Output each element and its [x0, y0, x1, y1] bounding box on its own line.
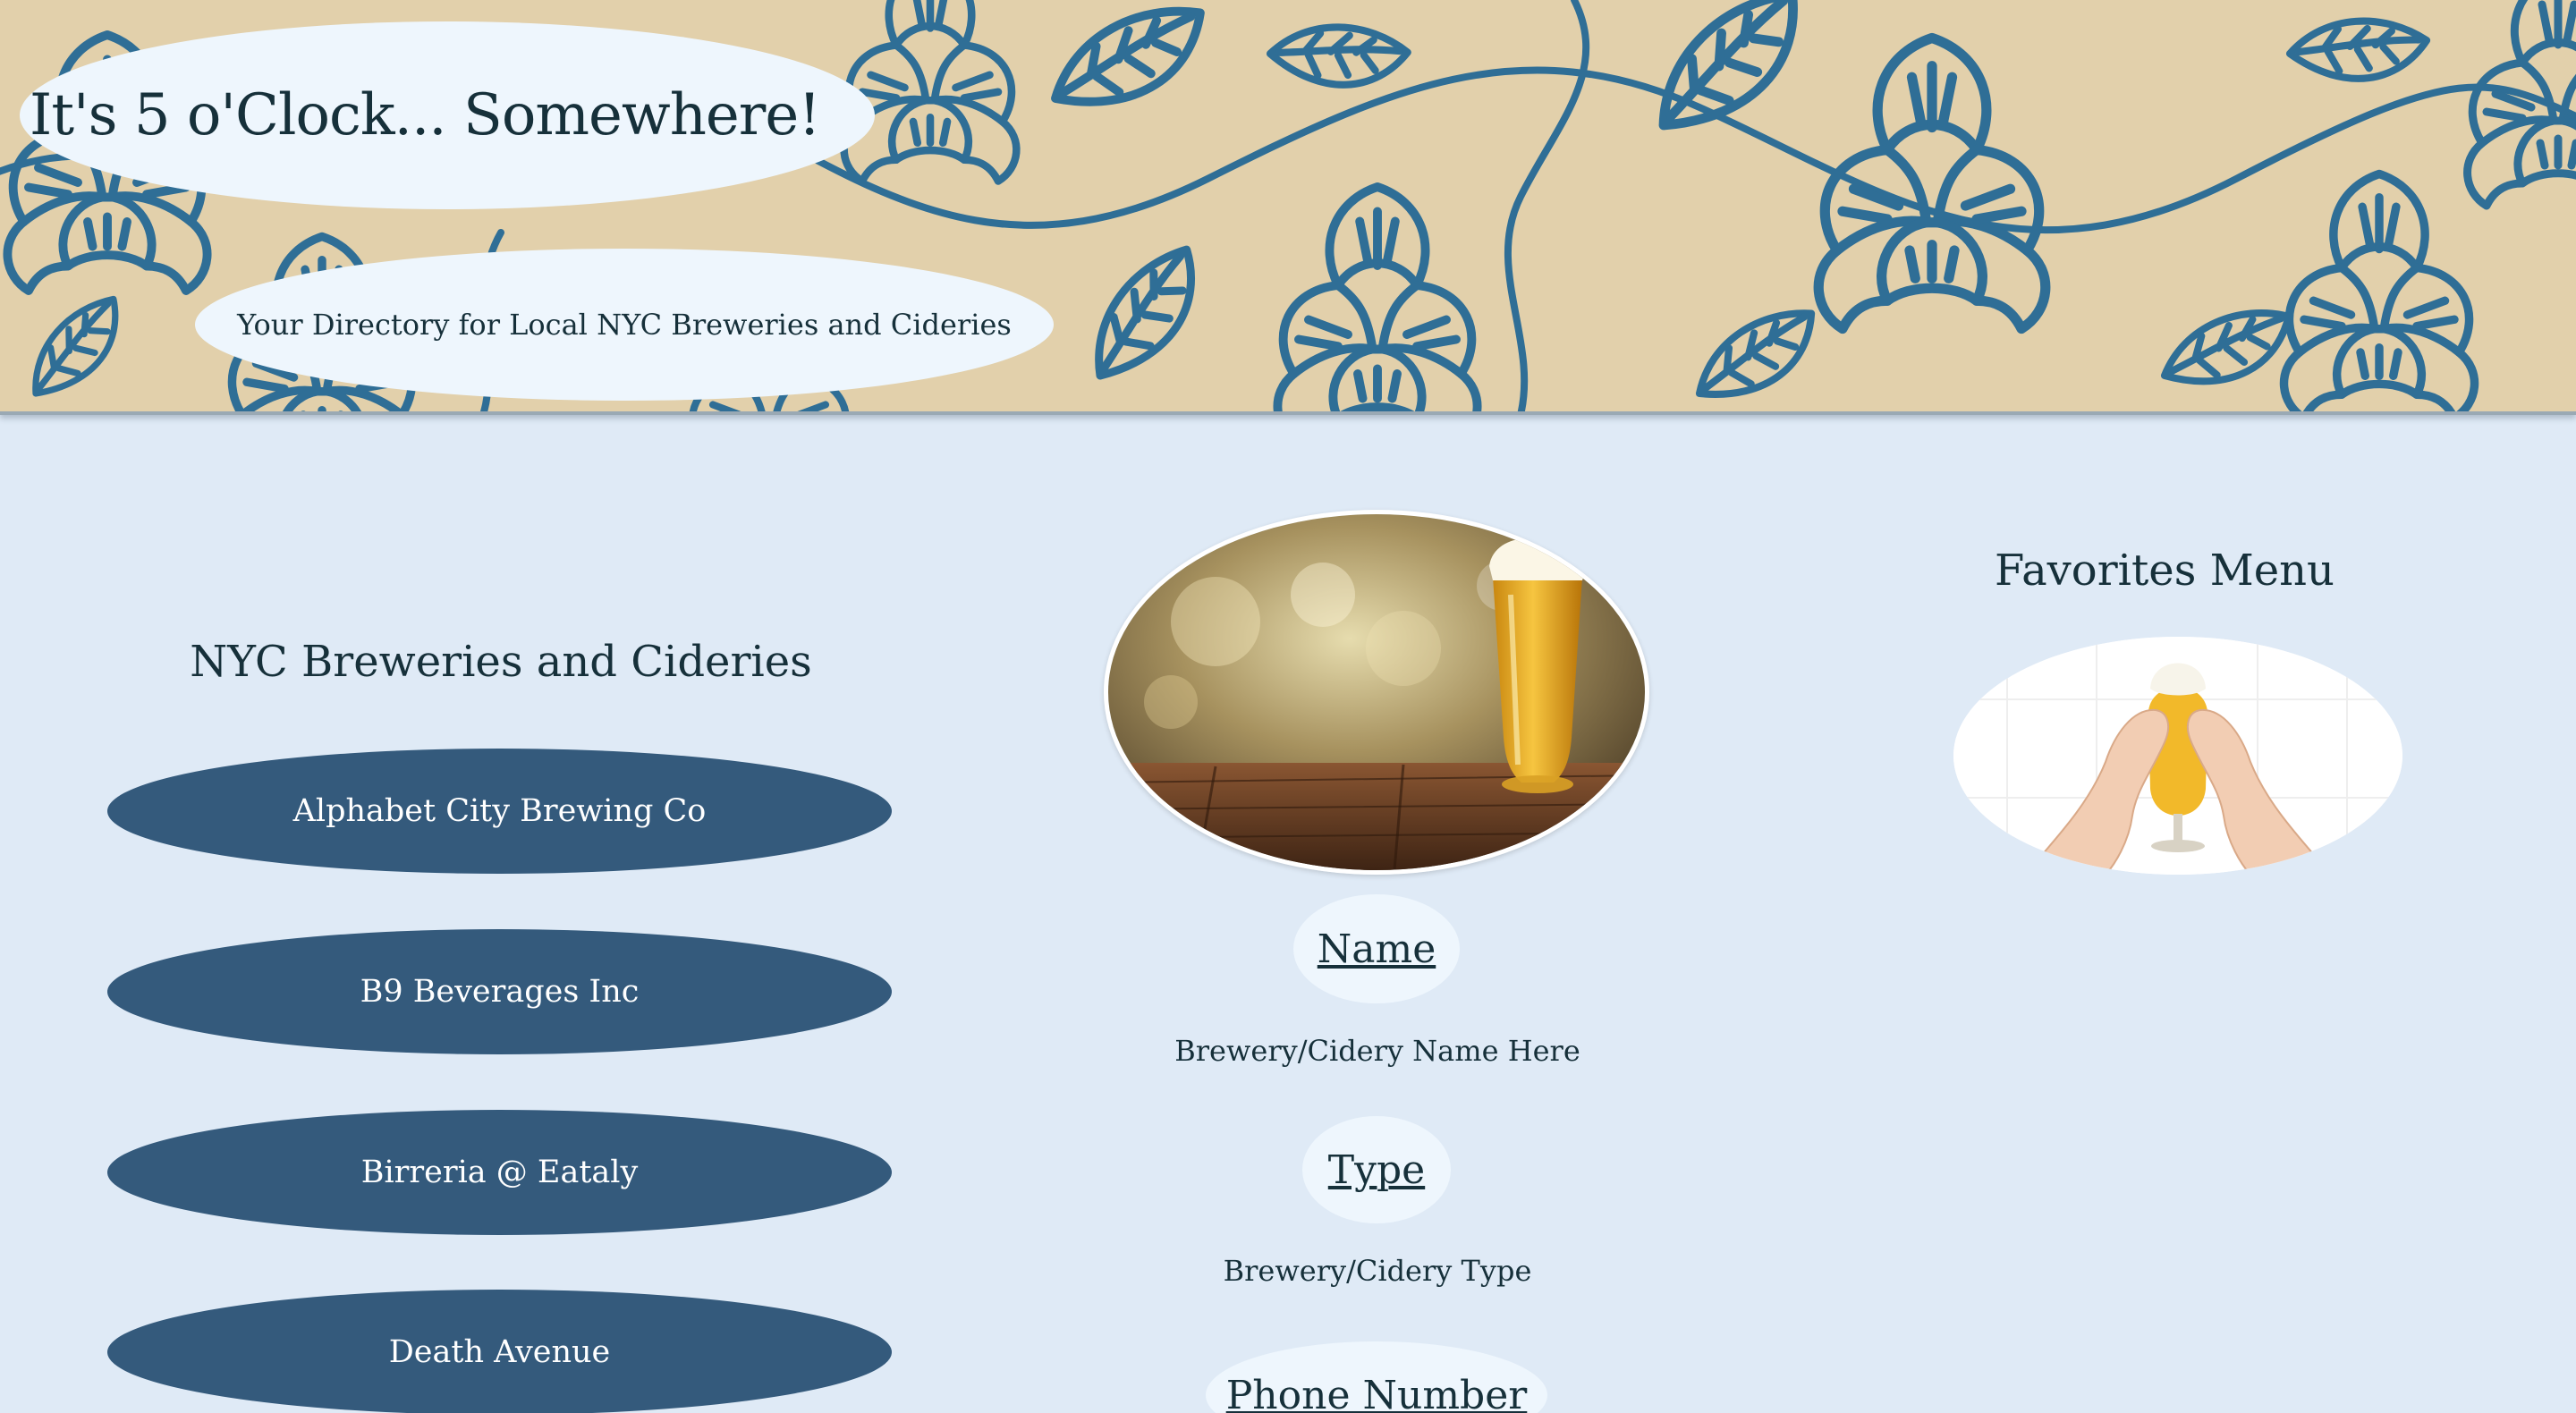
phone-number-label: Phone Number — [1206, 1341, 1547, 1413]
name-value: Brewery/Cidery Name Here — [1174, 1034, 1580, 1068]
brewery-button-alphabet-city[interactable]: Alphabet City Brewing Co — [107, 749, 892, 874]
header-banner: It's 5 o'Clock... Somewhere! Your Direct… — [0, 0, 2576, 415]
favorites-heart-beer-image[interactable] — [1953, 637, 2402, 875]
type-label: Type — [1302, 1116, 1451, 1223]
site-title-oval: It's 5 o'Clock... Somewhere! — [20, 21, 875, 209]
brewery-button-b9-beverages[interactable]: B9 Beverages Inc — [107, 929, 892, 1054]
site-title: It's 5 o'Clock... Somewhere! — [30, 82, 821, 148]
name-label: Name — [1293, 894, 1460, 1003]
site-subtitle: Your Directory for Local NYC Breweries a… — [237, 308, 1012, 342]
site-subtitle-oval: Your Directory for Local NYC Breweries a… — [195, 249, 1054, 401]
favorites-menu-heading: Favorites Menu — [1995, 546, 2334, 596]
beer-glass-image — [1104, 510, 1649, 875]
brewery-button-death-avenue[interactable]: Death Avenue — [107, 1290, 892, 1413]
brewery-list-heading: NYC Breweries and Cideries — [190, 637, 812, 687]
brewery-button-birreria-eataly[interactable]: Birreria @ Eataly — [107, 1110, 892, 1235]
type-value: Brewery/Cidery Type — [1223, 1254, 1532, 1288]
